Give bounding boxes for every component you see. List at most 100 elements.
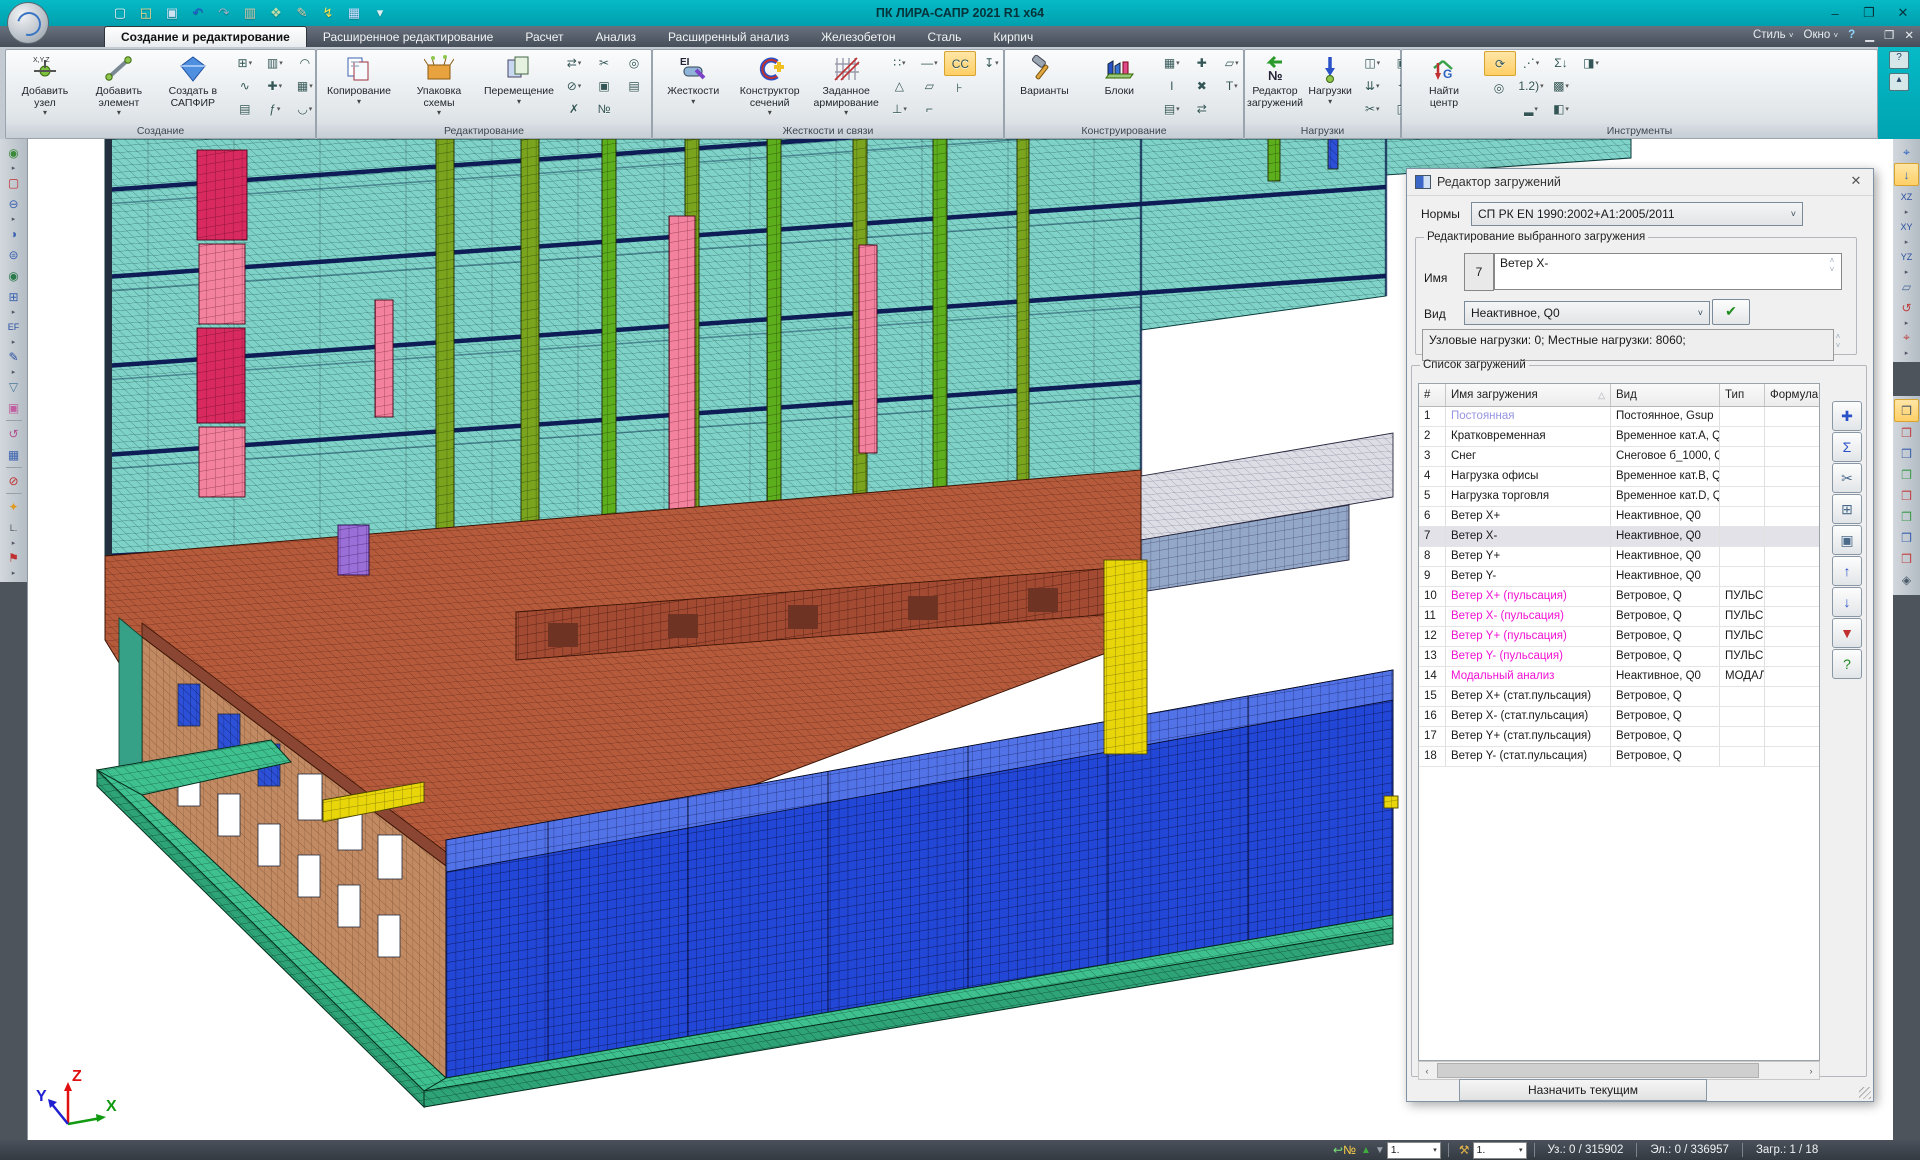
- down-triangle-icon[interactable]: ▼: [1375, 1145, 1385, 1156]
- fx-icon[interactable]: ƒ▾: [260, 97, 290, 120]
- supports-icon[interactable]: ∷▾: [884, 51, 914, 74]
- insert-load-button[interactable]: ⊞: [1832, 494, 1862, 524]
- plate-icon[interactable]: ▱: [914, 74, 944, 97]
- load-row-9[interactable]: 9Ветер Y-Неактивное, Q0: [1419, 567, 1819, 587]
- book-icon[interactable]: ❖: [266, 3, 286, 23]
- frame-pink-icon[interactable]: ▣: [2, 397, 25, 418]
- tab-2[interactable]: Расширенное редактирование: [307, 27, 510, 47]
- doc-close-icon[interactable]: ✕: [1904, 28, 1914, 42]
- plane-view-icon[interactable]: ▱: [1895, 276, 1918, 297]
- load-editor-mini-icon[interactable]: ↩№: [1333, 1143, 1356, 1157]
- tab-1[interactable]: Создание и редактирование: [104, 26, 307, 47]
- stiff-button[interactable]: EIЖесткости▾: [655, 51, 731, 123]
- qat-more-icon[interactable]: ▾: [370, 3, 390, 23]
- tab-7[interactable]: Сталь: [911, 27, 977, 47]
- plate-grid-icon[interactable]: ⊞▾: [230, 51, 260, 74]
- c-palette-icon[interactable]: ◧▾: [1546, 97, 1576, 120]
- cube-right-icon[interactable]: ❒: [1895, 443, 1918, 464]
- load-row-15[interactable]: 15Ветер X+ (стат.пульсация)Ветровое, Q: [1419, 687, 1819, 707]
- tab-5[interactable]: Расширенный анализ: [652, 27, 805, 47]
- flyout-icon[interactable]: ▸: [2, 163, 25, 172]
- tab-8[interactable]: Кирпич: [977, 27, 1049, 47]
- move-up-button[interactable]: ↑: [1832, 556, 1862, 586]
- filter-button[interactable]: ▼: [1832, 618, 1862, 648]
- select-dots-icon[interactable]: ⋰▾: [1516, 51, 1546, 74]
- loadcase-combo[interactable]: 1.▾: [1387, 1142, 1441, 1159]
- pen-icon[interactable]: ✎: [2, 346, 25, 367]
- window-menu[interactable]: Окно ˅: [1804, 29, 1839, 41]
- palette-icon[interactable]: ▩▾: [1546, 74, 1576, 97]
- wave-icon[interactable]: ∿: [230, 74, 260, 97]
- redo-icon[interactable]: ↷: [214, 3, 234, 23]
- rotate-ccw-icon[interactable]: ⟳: [1484, 51, 1516, 76]
- ribbon-help-icon[interactable]: ?: [1889, 51, 1909, 69]
- plane2-icon[interactable]: ▱▾: [1217, 51, 1247, 74]
- maximize-button[interactable]: ❐: [1852, 0, 1886, 26]
- cube-frame-icon[interactable]: ❒: [1895, 485, 1918, 506]
- concrete-icon[interactable]: ▦▾: [1157, 51, 1187, 74]
- flashlight-icon[interactable]: ✦: [2, 496, 25, 517]
- scissors-icon[interactable]: ✂: [589, 51, 619, 74]
- loads-button[interactable]: Нагрузки▾: [1303, 51, 1357, 123]
- flyout-icon[interactable]: ▸: [1895, 207, 1918, 216]
- erase-icon[interactable]: ⊘▾: [559, 74, 589, 97]
- load-row-13[interactable]: 13Ветер Y- (пульсация)Ветровое, QПУЛЬС: [1419, 647, 1819, 667]
- load-row-3[interactable]: 3СнегСнеговое б_1000, Q: [1419, 447, 1819, 467]
- flyout-icon[interactable]: ▸: [2, 307, 25, 316]
- reinf-button[interactable]: Заданное армирование▾: [808, 51, 884, 123]
- flyout-icon[interactable]: ▸: [1895, 237, 1918, 246]
- help-menu[interactable]: ?: [1848, 29, 1855, 41]
- collapse-icon[interactable]: ▸: [2, 568, 25, 577]
- lightning-icon[interactable]: ↯: [318, 3, 338, 23]
- load-row-6[interactable]: 6Ветер X+Неактивное, Q0: [1419, 507, 1819, 527]
- building-icon[interactable]: ▤: [230, 97, 260, 120]
- open-icon[interactable]: ◱: [136, 3, 156, 23]
- rotate-z-icon[interactable]: ↺: [1895, 297, 1918, 318]
- rotate-form-icon[interactable]: ↺: [2, 423, 25, 444]
- ladder-icon[interactable]: ⊦: [944, 76, 974, 99]
- polyfilter-icon[interactable]: ▽: [2, 376, 25, 397]
- load-row-12[interactable]: 12Ветер Y+ (пульсация)Ветровое, QПУЛЬС: [1419, 627, 1819, 647]
- anchor-icon[interactable]: ↧▾: [976, 51, 1006, 74]
- sphere-horizontal-icon[interactable]: ⊜: [2, 244, 25, 265]
- load-row-2[interactable]: 2КратковременнаяВременное кат.А, Q: [1419, 427, 1819, 447]
- tab-3[interactable]: Расчет: [509, 27, 579, 47]
- numbering-icon[interactable]: 1.2)▾: [1516, 74, 1546, 97]
- screenshot-icon[interactable]: ✎: [292, 3, 312, 23]
- sphere-vertical-icon[interactable]: ◑: [2, 223, 25, 244]
- select-pointer-icon[interactable]: ◉: [2, 142, 25, 163]
- info-scroll-icons[interactable]: ˄˅: [1832, 332, 1844, 350]
- proj-yz-icon[interactable]: YZ: [1895, 246, 1918, 267]
- pack-button[interactable]: Упаковка схемы▾: [399, 51, 479, 123]
- ef-icon[interactable]: EF: [2, 316, 25, 337]
- select-line-icon[interactable]: ⊖: [2, 193, 25, 214]
- resize-grip[interactable]: [1859, 1087, 1871, 1099]
- move-down-button[interactable]: ↓: [1832, 587, 1862, 617]
- proj-xz-icon[interactable]: XZ: [1895, 186, 1918, 207]
- dialog-close-icon[interactable]: ✕: [1845, 173, 1867, 191]
- new-document-icon[interactable]: ▢: [110, 3, 130, 23]
- tab-6[interactable]: Железобетон: [805, 27, 911, 47]
- flyout-icon[interactable]: ▸: [1895, 267, 1918, 276]
- solid-icon[interactable]: ▥▾: [260, 51, 290, 74]
- sapfir-button[interactable]: Создать в САПФИР: [156, 51, 230, 123]
- assign-current-button[interactable]: Назначить текущим: [1459, 1079, 1707, 1101]
- name-scroll-icons[interactable]: ˄˅: [1826, 256, 1838, 274]
- variant-combo[interactable]: 1.▾: [1473, 1142, 1527, 1159]
- zoom-cancel-icon[interactable]: ⊘: [2, 470, 25, 491]
- cube-top-icon[interactable]: ❒: [1895, 422, 1918, 443]
- close-button[interactable]: ✕: [1886, 0, 1920, 26]
- delete-icon[interactable]: ✗: [559, 97, 589, 120]
- dialog-title-bar[interactable]: Редактор загружений: [1407, 169, 1873, 196]
- add-load-button[interactable]: ✚: [1832, 401, 1862, 431]
- up-triangle-icon[interactable]: ▲: [1361, 1145, 1371, 1156]
- load-row-5[interactable]: 5Нагрузка торговляВременное кат.D, Q: [1419, 487, 1819, 507]
- axes-red-icon[interactable]: ⌖: [1895, 327, 1918, 348]
- section-button[interactable]: Конструктор сечений▾: [731, 51, 807, 123]
- doc-minimize-icon[interactable]: ▁: [1865, 28, 1874, 42]
- frame-blue-icon[interactable]: ▦: [2, 444, 25, 465]
- apply-check-button[interactable]: ✔: [1712, 299, 1750, 325]
- mirror-icon[interactable]: ⇄▾: [559, 51, 589, 74]
- package-icon[interactable]: ▥: [240, 3, 260, 23]
- load-row-16[interactable]: 16Ветер X- (стат.пульсация)Ветровое, Q: [1419, 707, 1819, 727]
